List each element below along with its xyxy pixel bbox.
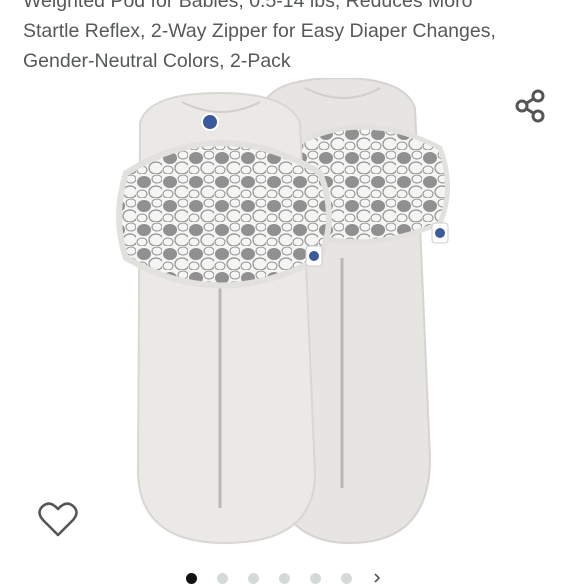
product-title: Weighted Pod for Babies, 0.5-14 lbs, Red… bbox=[23, 0, 563, 76]
product-title-line-2: Startle Reflex, 2-Way Zipper for Easy Di… bbox=[23, 20, 496, 42]
product-image[interactable] bbox=[110, 78, 470, 548]
share-icon bbox=[515, 89, 545, 123]
swaddle-front bbox=[116, 91, 332, 545]
share-button[interactable] bbox=[510, 86, 550, 126]
carousel-dot-6[interactable] bbox=[341, 572, 352, 584]
chevron-right-icon[interactable] bbox=[372, 573, 382, 583]
carousel-dot-5[interactable] bbox=[310, 572, 321, 584]
product-title-line-1: Weighted Pod for Babies, 0.5-14 lbs, Red… bbox=[23, 0, 473, 12]
carousel-dot-4[interactable] bbox=[279, 572, 290, 584]
heart-outline-icon bbox=[38, 502, 78, 537]
carousel-dot-1[interactable] bbox=[186, 572, 197, 584]
product-title-line-3: Gender-Neutral Colors, 2-Pack bbox=[23, 50, 291, 72]
image-carousel-dots bbox=[186, 572, 382, 584]
wishlist-button[interactable] bbox=[37, 500, 79, 540]
carousel-dot-3[interactable] bbox=[248, 572, 259, 584]
carousel-dot-2[interactable] bbox=[217, 572, 228, 584]
